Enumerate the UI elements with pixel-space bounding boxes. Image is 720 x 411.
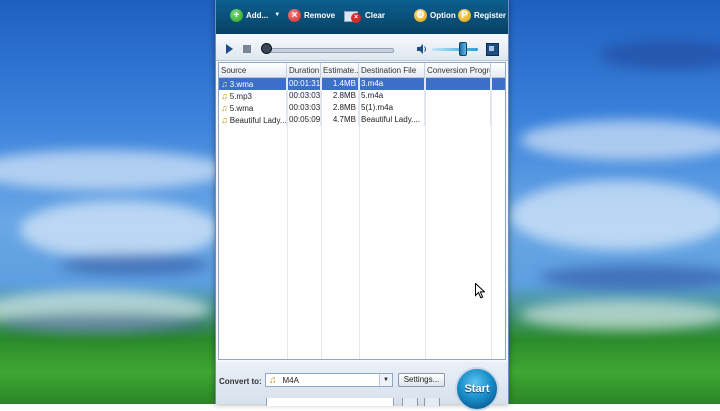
option-button[interactable]: ⚙ Option [414,7,456,23]
mouse-cursor-icon [475,283,485,299]
output-folder-field[interactable] [266,398,394,406]
browse-button[interactable] [402,398,418,406]
duration-cell: 00:03:03 [289,102,321,114]
register-button[interactable]: P Register [458,7,506,23]
music-format-icon: ♫ [269,374,277,386]
column-divider [321,77,322,359]
destination-cell: Beautiful Lady.... [359,114,425,126]
duration-cell: 00:05:09 [289,114,321,126]
remove-label: Remove [304,10,336,20]
music-file-icon: ♫ [221,103,228,113]
source-cell: 3.wma [229,80,254,89]
volume-slider[interactable] [432,48,478,51]
gear-icon: ⚙ [414,8,427,22]
option-label: Option [430,10,456,20]
speaker-icon[interactable] [416,43,428,55]
estimate-cell: 4.7MB [321,114,359,126]
settings-button[interactable]: Settings... [398,373,445,387]
column-header-estimate[interactable]: Estimate... [321,63,359,77]
destination-cell: 3.m4a [359,78,425,90]
converter-window: + Add... ▼ × Remove × Clear ⚙ Option P R… [215,0,509,411]
format-select[interactable]: ♫ M4A ▼ [265,373,393,387]
clear-button[interactable]: × Clear [344,7,385,23]
output-row [218,398,454,406]
column-divider [359,77,360,359]
source-cell: Beautiful Lady.... [229,116,287,125]
column-header-duration[interactable]: Duration [287,63,321,77]
progress-cell [425,78,491,90]
progress-cell [425,90,491,102]
column-divider [287,77,288,359]
play-icon[interactable] [226,44,233,54]
column-header-destination[interactable]: Destination File [359,63,425,77]
estimate-cell: 2.8MB [321,90,359,102]
music-file-icon: ♫ [221,91,228,101]
start-button[interactable]: Start [455,367,499,411]
clear-label: Clear [365,10,386,20]
destination-cell: 5.m4a [359,90,425,102]
chevron-down-icon[interactable]: ▼ [274,12,280,18]
column-header-source[interactable]: Source [219,63,287,77]
chevron-down-icon[interactable]: ▼ [379,374,392,386]
table-header: Source Duration Estimate... Destination … [219,63,505,78]
seek-handle[interactable] [261,43,272,54]
volume-handle[interactable] [459,42,467,56]
bottom-panel: Convert to: ♫ M4A ▼ Settings... Start [216,362,508,411]
convert-to-label: Convert to: [219,377,262,386]
estimate-cell: 2.8MB [321,102,359,114]
stop-icon[interactable] [243,45,251,53]
clear-icon: × [344,9,362,23]
column-divider [491,77,492,359]
register-label: Register [474,10,507,20]
source-cell: 5.wma [229,104,254,113]
column-header-extra [491,63,505,77]
table-row[interactable]: ♫ 3.wma 00:01:31 1.4MB 3.m4a [219,78,505,90]
table-row[interactable]: ♫ 5.mp3 00:03:03 2.8MB 5.m4a [219,90,505,102]
progress-cell [425,114,491,126]
duration-cell: 00:03:03 [289,90,321,102]
column-header-progress[interactable]: Conversion Progress [425,63,491,77]
start-label: Start [464,383,490,395]
table-row[interactable]: ♫ 5.wma 00:03:03 2.8MB 5(1).m4a [219,102,505,114]
register-icon: P [458,8,471,22]
remove-icon: × [288,8,301,22]
source-cell: 5.mp3 [229,92,252,101]
toolbar: + Add... ▼ × Remove × Clear ⚙ Option P R… [216,0,508,34]
player-bar [216,38,508,61]
snapshot-icon[interactable] [486,43,499,56]
add-button[interactable]: + Add... ▼ [230,7,280,23]
plus-icon: + [230,8,243,22]
destination-cell: 5(1).m4a [359,102,425,114]
estimate-cell: 1.4MB [321,78,359,90]
music-file-icon: ♫ [221,79,228,89]
table-row[interactable]: ♫ Beautiful Lady.... 00:05:09 4.7MB Beaut… [219,114,505,126]
remove-button[interactable]: × Remove [288,7,335,23]
format-value: M4A [282,375,299,385]
progress-cell [425,102,491,114]
open-folder-button[interactable] [424,398,440,406]
duration-cell: 00:01:31 [289,78,321,90]
file-table: Source Duration Estimate... Destination … [218,62,506,360]
column-divider [425,77,426,359]
add-label: Add... [246,10,269,20]
seek-bar[interactable] [264,48,394,53]
music-file-icon: ♫ [221,115,228,125]
